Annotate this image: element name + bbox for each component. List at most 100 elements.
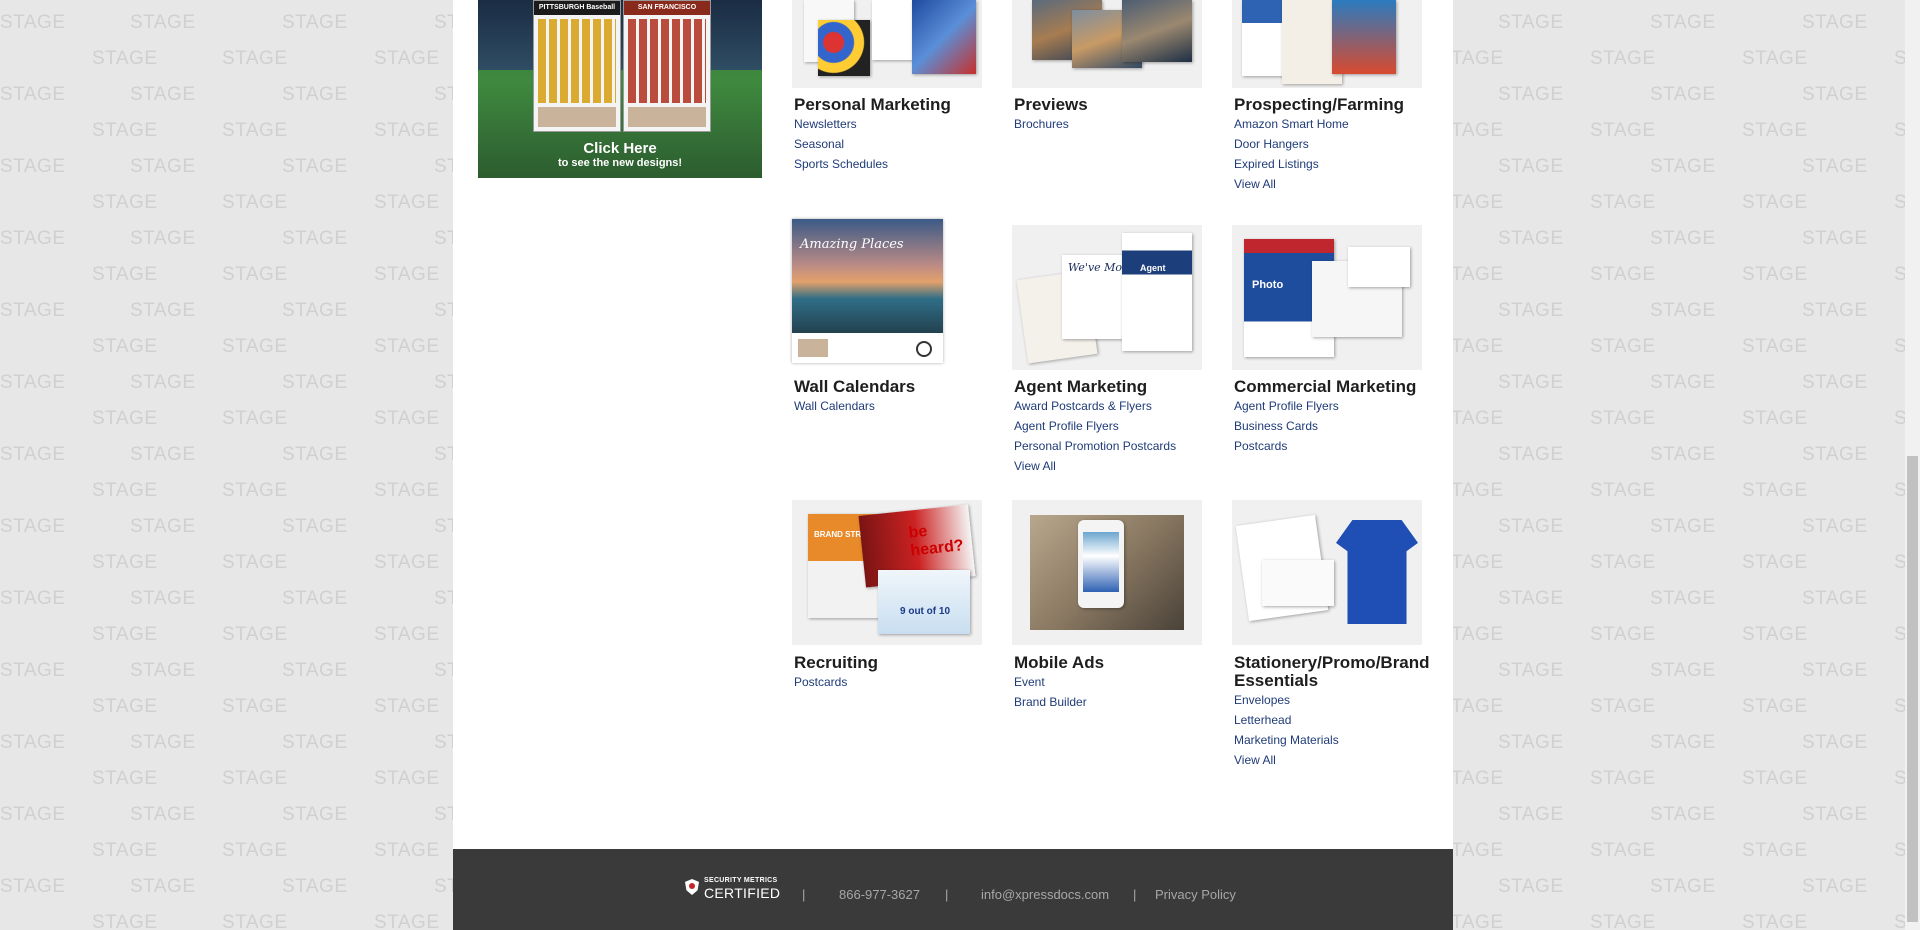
- watermark-text: STAGE: [92, 264, 158, 285]
- category-title-stationery-promo-brand-essentials[interactable]: Stationery/Promo/Brand Essentials: [1234, 654, 1449, 690]
- watermark-text: STAGE: [222, 696, 288, 717]
- link-amazon-smart-home[interactable]: Amazon Smart Home: [1234, 117, 1349, 131]
- prospecting-farming-thumbnail[interactable]: [1232, 0, 1422, 88]
- stationery-promo-brand-thumbnail[interactable]: [1232, 500, 1422, 645]
- watermark-text: STAGE: [282, 732, 348, 753]
- watermark-text: STAGE: [1742, 768, 1808, 789]
- link-view-all[interactable]: View All: [1234, 753, 1276, 767]
- watermark-text: STAGE: [1802, 516, 1868, 537]
- calendar-title: SAN FRANCISCO: [624, 1, 710, 15]
- link-expired-listings[interactable]: Expired Listings: [1234, 157, 1319, 171]
- watermark-text: STAGE: [1650, 660, 1716, 681]
- watermark-text: STAGE: [282, 444, 348, 465]
- link-wall-calendars[interactable]: Wall Calendars: [794, 399, 875, 413]
- personal-marketing-thumbnail[interactable]: [792, 0, 982, 88]
- recruiting-thumbnail[interactable]: BRAND STRE be heard? 9 out of 10: [792, 500, 982, 645]
- watermark-text: STAGE: [92, 480, 158, 501]
- category-title-wall-calendars[interactable]: Wall Calendars: [794, 378, 915, 396]
- watermark-text: STAGE: [1498, 444, 1564, 465]
- link-sports-schedules[interactable]: Sports Schedules: [794, 157, 888, 171]
- watermark-text: STAGE: [1742, 552, 1808, 573]
- link-business-cards[interactable]: Business Cards: [1234, 419, 1318, 433]
- link-event[interactable]: Event: [1014, 675, 1045, 689]
- watermark-text: STAGE: [1590, 696, 1656, 717]
- watermark-text: STAGE: [1650, 12, 1716, 33]
- watermark-text: STAGE: [1650, 444, 1716, 465]
- watermark-text: STAGE: [1590, 768, 1656, 789]
- category-title-previews[interactable]: Previews: [1014, 96, 1088, 114]
- watermark-text: STAGE: [1650, 732, 1716, 753]
- category-title-commercial-marketing[interactable]: Commercial Marketing: [1234, 378, 1416, 396]
- category-title-mobile-ads[interactable]: Mobile Ads: [1014, 654, 1104, 672]
- watermark-text: STAGE: [92, 552, 158, 573]
- link-view-all[interactable]: View All: [1014, 459, 1056, 473]
- link-postcards[interactable]: Postcards: [794, 675, 847, 689]
- category-title-personal-marketing[interactable]: Personal Marketing: [794, 96, 951, 114]
- watermark-text: STAGE: [282, 156, 348, 177]
- shield-icon: [685, 879, 699, 895]
- watermark-text: STAGE: [1590, 912, 1656, 930]
- watermark-text: STAGE: [222, 480, 288, 501]
- calendar-agent-photos: [538, 107, 616, 127]
- watermark-text: STAGE: [1802, 84, 1868, 105]
- watermark-text: STAGE: [1590, 552, 1656, 573]
- footer-phone-link[interactable]: 866-977-3627: [839, 887, 920, 902]
- link-agent-profile-flyers[interactable]: Agent Profile Flyers: [1234, 399, 1339, 413]
- category-title-recruiting[interactable]: Recruiting: [794, 654, 878, 672]
- commercial-marketing-thumbnail[interactable]: Photo: [1232, 225, 1422, 370]
- watermark-text: STAGE: [1802, 732, 1868, 753]
- watermark-text: STAGE: [222, 912, 288, 930]
- link-marketing-materials[interactable]: Marketing Materials: [1234, 733, 1339, 747]
- watermark-text: STAGE: [282, 228, 348, 249]
- watermark-text: STAGE: [1742, 840, 1808, 861]
- link-brand-builder[interactable]: Brand Builder: [1014, 695, 1087, 709]
- watermark-text: STAGE: [1590, 264, 1656, 285]
- watermark-text: STAGE: [1650, 876, 1716, 897]
- watermark-text: STAGE: [1742, 624, 1808, 645]
- link-view-all[interactable]: View All: [1234, 177, 1276, 191]
- watermark-text: STAGE: [282, 84, 348, 105]
- watermark-text: STAGE: [130, 660, 196, 681]
- watermark-text: STAGE: [1498, 84, 1564, 105]
- watermark-text: STAGE: [222, 264, 288, 285]
- calendar-promo-banner[interactable]: PITTSBURGH Baseball SAN FRANCISCO Click …: [478, 0, 762, 178]
- watermark-text: STAGE: [92, 336, 158, 357]
- watermark-text: STAGE: [1742, 912, 1808, 930]
- agent-marketing-thumbnail[interactable]: We've Moved Agent Photo: [1012, 225, 1202, 370]
- link-agent-profile-flyers[interactable]: Agent Profile Flyers: [1014, 419, 1119, 433]
- watermark-text: STAGE: [0, 444, 66, 465]
- link-newsletters[interactable]: Newsletters: [794, 117, 857, 131]
- link-personal-promotion-postcards[interactable]: Personal Promotion Postcards: [1014, 439, 1176, 453]
- previews-thumbnail[interactable]: [1012, 0, 1202, 88]
- link-door-hangers[interactable]: Door Hangers: [1234, 137, 1309, 151]
- watermark-text: STAGE: [222, 840, 288, 861]
- watermark-text: STAGE: [1802, 588, 1868, 609]
- mobile-ads-thumbnail[interactable]: [1012, 500, 1202, 645]
- watermark-text: STAGE: [1590, 336, 1656, 357]
- footer-privacy-policy-link[interactable]: Privacy Policy: [1155, 887, 1236, 902]
- watermark-text: STAGE: [1802, 372, 1868, 393]
- footer-email-link[interactable]: info@xpressdocs.com: [981, 887, 1109, 902]
- watermark-text: STAGE: [374, 120, 440, 141]
- page-scrollbar[interactable]: [1905, 0, 1920, 930]
- scrollbar-thumb[interactable]: [1907, 456, 1918, 922]
- category-title-agent-marketing[interactable]: Agent Marketing: [1014, 378, 1147, 396]
- watermark-text: STAGE: [222, 624, 288, 645]
- link-seasonal[interactable]: Seasonal: [794, 137, 844, 151]
- watermark-text: STAGE: [92, 840, 158, 861]
- watermark-text: STAGE: [1742, 336, 1808, 357]
- link-brochures[interactable]: Brochures: [1014, 117, 1069, 131]
- watermark-text: STAGE: [0, 876, 66, 897]
- watermark-text: STAGE: [1590, 192, 1656, 213]
- category-title-prospecting-farming[interactable]: Prospecting/Farming: [1234, 96, 1404, 114]
- wall-calendars-thumbnail[interactable]: Amazing Places: [792, 219, 943, 363]
- link-envelopes[interactable]: Envelopes: [1234, 693, 1290, 707]
- link-letterhead[interactable]: Letterhead: [1234, 713, 1291, 727]
- san-francisco-calendar-thumb: SAN FRANCISCO: [623, 0, 711, 132]
- link-postcards[interactable]: Postcards: [1234, 439, 1287, 453]
- watermark-text: STAGE: [222, 48, 288, 69]
- link-award-postcards-flyers[interactable]: Award Postcards & Flyers: [1014, 399, 1152, 413]
- watermark-text: STAGE: [374, 192, 440, 213]
- watermark-text: STAGE: [222, 408, 288, 429]
- promo-cta-subtitle: to see the new designs!: [557, 157, 683, 169]
